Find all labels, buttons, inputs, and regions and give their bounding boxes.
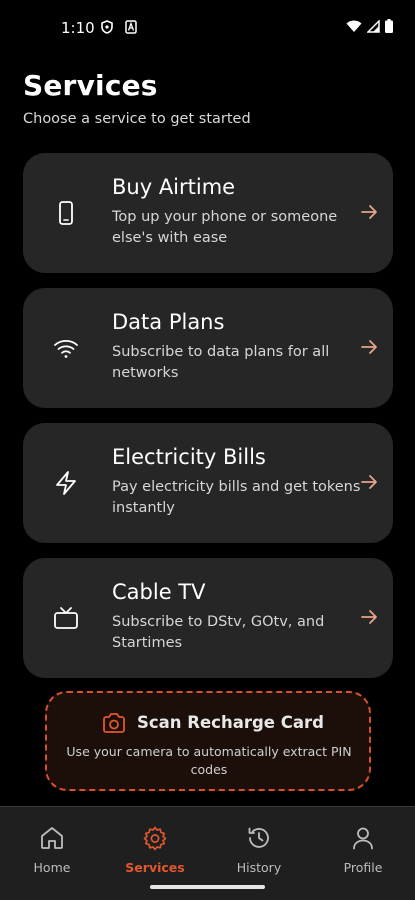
shield-notification-icon [101, 20, 113, 34]
battery-icon [385, 19, 393, 33]
arrow-right-icon [361, 205, 377, 219]
service-card-data-plans[interactable]: Data Plans Subscribe to data plans for a… [23, 288, 393, 408]
service-description: Subscribe to data plans for all networks [112, 344, 330, 381]
service-title: Cable TV [112, 580, 206, 604]
status-right [346, 19, 393, 33]
gear-icon [143, 826, 167, 851]
history-icon [248, 827, 269, 848]
service-description: Subscribe to DStv, GOtv, and Startimes [112, 614, 325, 651]
tv-icon [54, 607, 78, 629]
scan-card-description: Use your camera to automatically extract… [66, 744, 352, 777]
nav-label: Services [125, 860, 185, 875]
service-card-cable-tv[interactable]: Cable TV Subscribe to DStv, GOtv, and St… [23, 558, 393, 678]
nav-history[interactable]: History [214, 825, 304, 875]
page-subtitle: Choose a service to get started [23, 111, 251, 127]
nav-label: Profile [343, 860, 383, 875]
service-card-electricity-bills[interactable]: Electricity Bills Pay electricity bills … [23, 423, 393, 543]
nav-label: Home [33, 860, 71, 875]
nav-home[interactable]: Home [7, 825, 97, 875]
user-icon [353, 827, 373, 850]
scan-recharge-card-button[interactable]: Scan Recharge Card Use your camera to au… [45, 691, 371, 791]
camera-icon [103, 713, 125, 733]
wifi-icon [54, 339, 78, 358]
home-icon [41, 827, 63, 849]
service-title: Data Plans [112, 310, 225, 334]
nav-profile[interactable]: Profile [318, 825, 408, 875]
wifi-icon [346, 20, 362, 32]
home-indicator[interactable] [150, 885, 265, 889]
service-description: Top up your phone or someone else's with… [112, 209, 338, 246]
service-title: Buy Airtime [112, 175, 236, 199]
page-title: Services [23, 69, 158, 102]
arrow-right-icon [361, 475, 377, 489]
a-notification-icon [125, 20, 137, 34]
phone-icon [59, 201, 73, 225]
service-description: Pay electricity bills and get tokens ins… [112, 479, 361, 516]
nav-services[interactable]: Services [110, 825, 200, 875]
service-card-buy-airtime[interactable]: Buy Airtime Top up your phone or someone… [23, 153, 393, 273]
status-bar: 1:10 [0, 0, 415, 56]
signal-icon [367, 19, 380, 33]
status-time: 1:10 [61, 19, 95, 37]
nav-label: History [236, 860, 282, 875]
scan-card-title: Scan Recharge Card [137, 713, 324, 732]
service-title: Electricity Bills [112, 445, 266, 469]
lightning-icon [56, 471, 76, 495]
arrow-right-icon [361, 340, 377, 354]
arrow-right-icon [361, 610, 377, 624]
